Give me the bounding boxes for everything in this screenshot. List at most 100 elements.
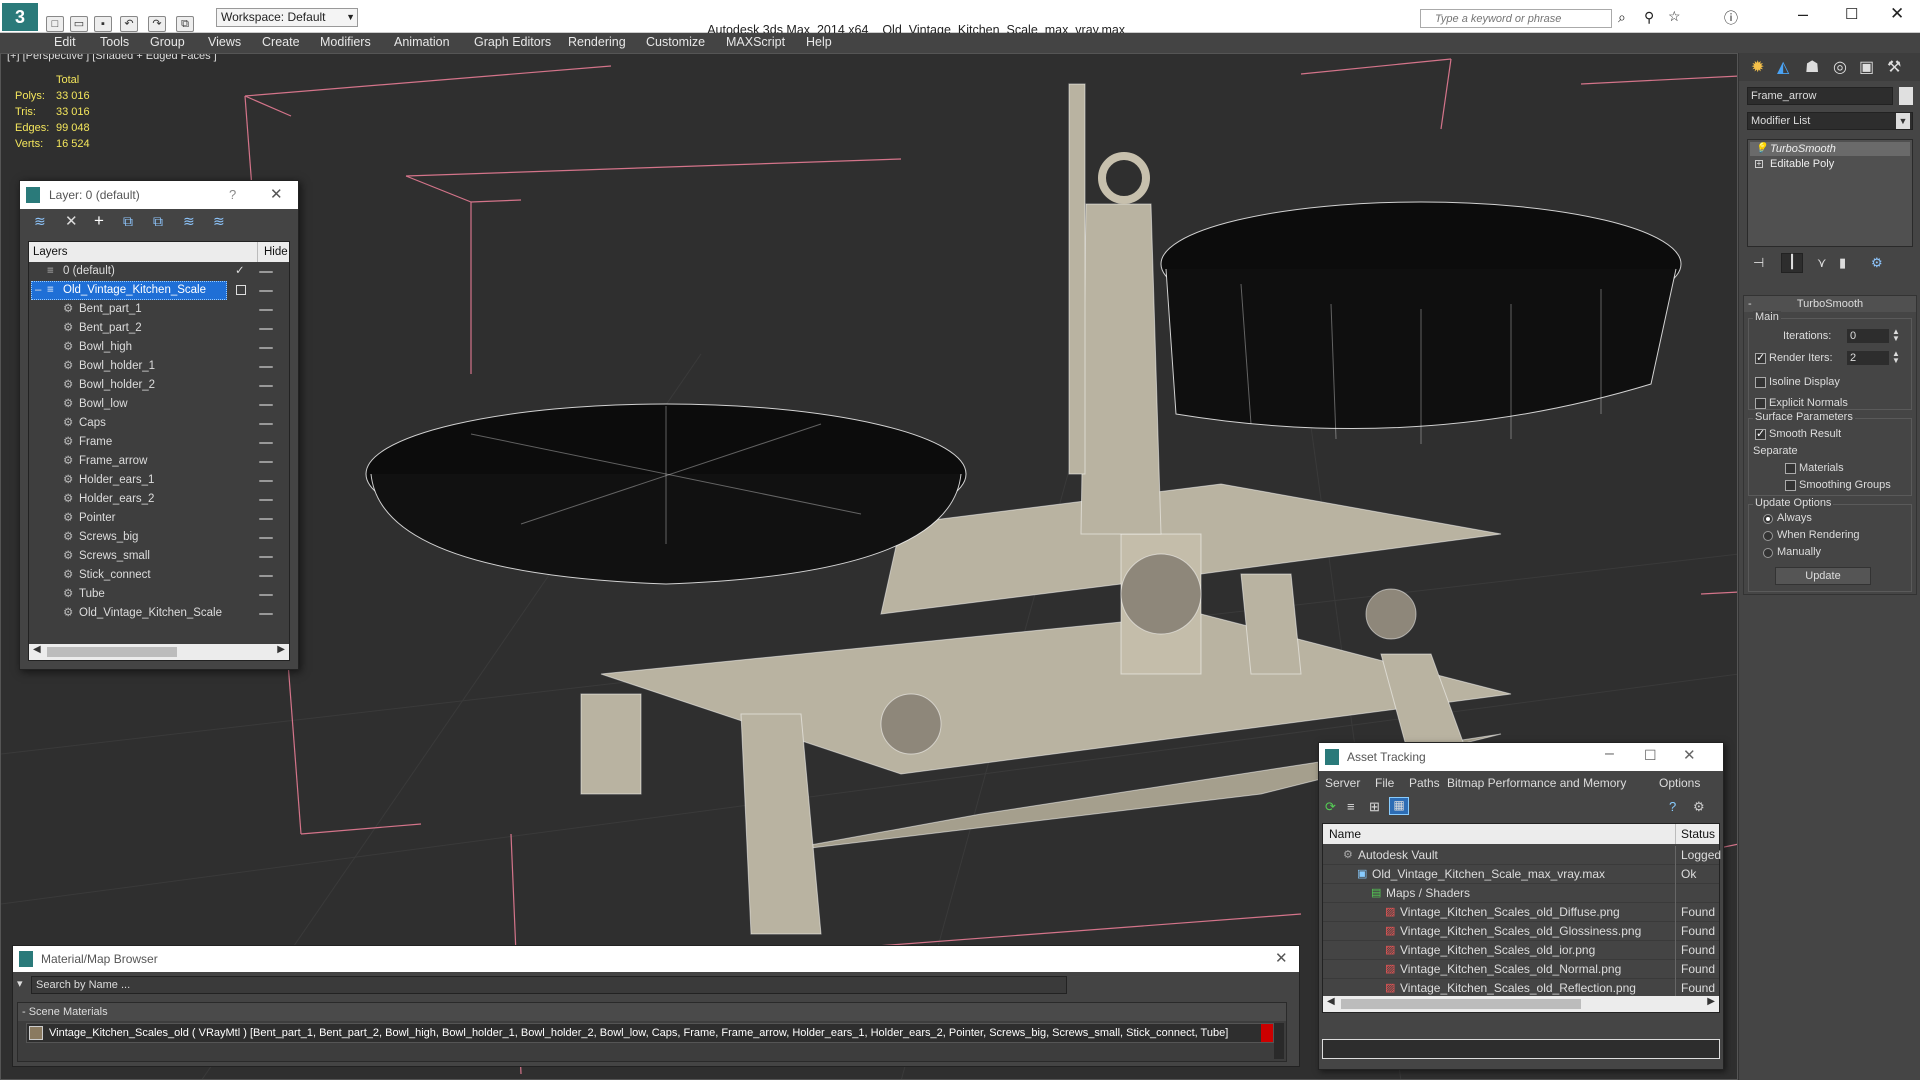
hide-toggle[interactable] [259,309,273,311]
render-iters-checkbox[interactable] [1755,351,1766,364]
delete-layer-icon[interactable]: ✕ [65,212,78,230]
col-hide[interactable]: Hide [257,242,288,262]
hide-toggle[interactable] [259,499,273,501]
hide-toggle[interactable] [259,385,273,387]
help-icon[interactable]: ⓘ [1724,8,1738,28]
viewport-label[interactable]: [+] [Perspective ] [Shaded + Edged Faces… [7,54,217,62]
modify-tab-icon[interactable]: ◭ [1777,57,1789,77]
hide-toggle[interactable] [259,347,273,349]
asset-row[interactable]: ▣ Old_Vintage_Kitchen_Scale_max_vray.max O… [1323,865,1719,884]
settings-icon[interactable]: ⚙ [1693,799,1705,815]
detail-view-icon[interactable]: ⊞ [1369,799,1380,815]
maximize-icon[interactable]: ☐ [1644,747,1657,764]
vertical-scrollbar[interactable] [1274,1023,1284,1059]
layer-object-row[interactable]: ⚙ Bowl_high [29,338,289,357]
menu-paths[interactable]: Paths [1409,776,1440,790]
horizontal-scrollbar[interactable]: ◀ ▶ [29,644,289,660]
menu-help[interactable]: Help [806,35,832,49]
isoline-checkbox[interactable] [1755,377,1766,388]
hide-toggle[interactable] [259,594,273,596]
layer-object-row[interactable]: ⚙ Stick_connect [29,566,289,585]
hide-toggle[interactable] [259,613,273,615]
select-objects-icon[interactable]: ⧉ [123,213,133,230]
browser-options-icon[interactable]: ▾ [17,977,23,990]
menu-file[interactable]: File [1375,776,1394,790]
app-logo-icon[interactable]: 3 [2,3,38,31]
layer-object-row[interactable]: ⚙ Pointer [29,509,289,528]
configure-sets-icon[interactable]: ⚙ [1871,255,1883,271]
asset-row[interactable]: ▨ Vintage_Kitchen_Scales_old_Glossiness.p… [1323,922,1719,941]
layer-object-row[interactable]: ⚙ Old_Vintage_Kitchen_Scale [29,604,289,623]
layer-window-titlebar[interactable]: Layer: 0 (default) ? ✕ [20,181,298,209]
hide-toggle[interactable] [259,480,273,482]
utilities-tab-icon[interactable]: ⚒ [1887,57,1901,77]
save-icon[interactable]: ▪ [94,16,112,32]
set-current-checkbox[interactable] [236,285,246,295]
layer-object-row[interactable]: ⚙ Bowl_holder_2 [29,376,289,395]
list-view-icon[interactable]: ≡ [1347,799,1355,814]
menu-options[interactable]: Options [1659,776,1700,790]
menu-views[interactable]: Views [208,35,241,49]
binoculars-icon[interactable]: ⌕ [1618,9,1626,26]
open-file-icon[interactable]: ▭ [70,16,88,32]
update-button[interactable]: Update [1775,567,1871,585]
hide-toggle[interactable] [259,366,273,368]
display-tab-icon[interactable]: ▣ [1859,57,1874,77]
layer-object-row[interactable]: ⚙ Bowl_low [29,395,289,414]
layer-object-row[interactable]: ⚙ Screws_big [29,528,289,547]
hide-toggle[interactable] [259,271,273,273]
add-to-layer-icon[interactable]: + [94,211,104,231]
hide-toggle[interactable] [259,404,273,406]
render-iters-spinner[interactable]: 2 [1847,351,1889,365]
search-input[interactable] [1421,10,1607,27]
hide-toggle[interactable] [259,328,273,330]
help-button[interactable]: ? [229,187,236,202]
modifier-list-dropdown[interactable]: Modifier List ▼ [1747,112,1913,130]
pin-stack-icon[interactable]: ⊣ [1753,255,1764,271]
menu-server[interactable]: Server [1325,776,1360,790]
close-icon[interactable]: ✕ [270,185,283,203]
communication-icon[interactable]: ⚲ [1644,9,1654,26]
layer-object-row[interactable]: ⚙ Holder_ears_2 [29,490,289,509]
close-icon[interactable]: ✕ [1683,746,1696,764]
menu-modifiers[interactable]: Modifiers [320,35,371,49]
new-file-icon[interactable]: □ [46,16,64,32]
menu-group[interactable]: Group [150,35,185,49]
search-by-name-field[interactable]: Search by Name ... [31,976,1067,994]
menu-maxscript[interactable]: MAXScript [726,35,785,49]
close-icon[interactable]: ✕ [1275,949,1288,967]
hide-toggle[interactable] [259,575,273,577]
col-layers[interactable]: Layers [33,242,68,262]
asset-row[interactable]: ▨ Vintage_Kitchen_Scales_old_Normal.png Fo… [1323,960,1719,979]
refresh-icon[interactable]: ⟳ [1325,799,1336,815]
close-icon[interactable]: ✕ [1890,4,1904,24]
maximize-icon[interactable]: ☐ [1845,5,1858,23]
spinner-arrows-icon[interactable]: ▲ ▼ [1892,328,1900,343]
asset-path-field[interactable] [1322,1039,1720,1059]
menu-rendering[interactable]: Rendering [568,35,626,49]
asset-row[interactable]: ▨ Vintage_Kitchen_Scales_old_Diffuse.png F… [1323,903,1719,922]
remove-modifier-icon[interactable]: ▮ [1839,255,1846,271]
scroll-right-icon[interactable]: ▶ [277,644,285,655]
redo-icon[interactable]: ↷ [148,16,166,32]
create-tab-icon[interactable]: ✹ [1751,57,1764,77]
collapse-icon[interactable]: – [35,281,41,300]
minimize-icon[interactable]: – [1798,4,1808,25]
hide-toggle[interactable] [259,423,273,425]
material-entry[interactable]: Vintage_Kitchen_Scales_old ( VRayMtl ) [… [26,1023,1274,1043]
asset-row[interactable]: ▤ Maps / Shaders [1323,884,1719,903]
when-rendering-radio[interactable] [1763,531,1773,541]
manually-radio[interactable] [1763,548,1773,558]
table-view-icon[interactable]: ▦ [1389,797,1409,815]
menu-create[interactable]: Create [262,35,300,49]
layer-object-row[interactable]: ⚙ Bent_part_2 [29,319,289,338]
iterations-spinner[interactable]: 0 [1847,329,1889,343]
scroll-thumb[interactable] [1341,999,1581,1009]
menu-bitmap-performance[interactable]: Bitmap Performance and Memory [1447,776,1626,790]
favorites-icon[interactable]: ☆ [1668,8,1681,25]
always-radio[interactable] [1763,514,1773,524]
stack-item-turbosmooth[interactable]: 💡 TurboSmooth [1750,142,1910,156]
menu-animation[interactable]: Animation [394,35,450,49]
material-browser-titlebar[interactable]: Material/Map Browser ✕ [13,946,1299,972]
scroll-right-icon[interactable]: ▶ [1707,996,1715,1007]
